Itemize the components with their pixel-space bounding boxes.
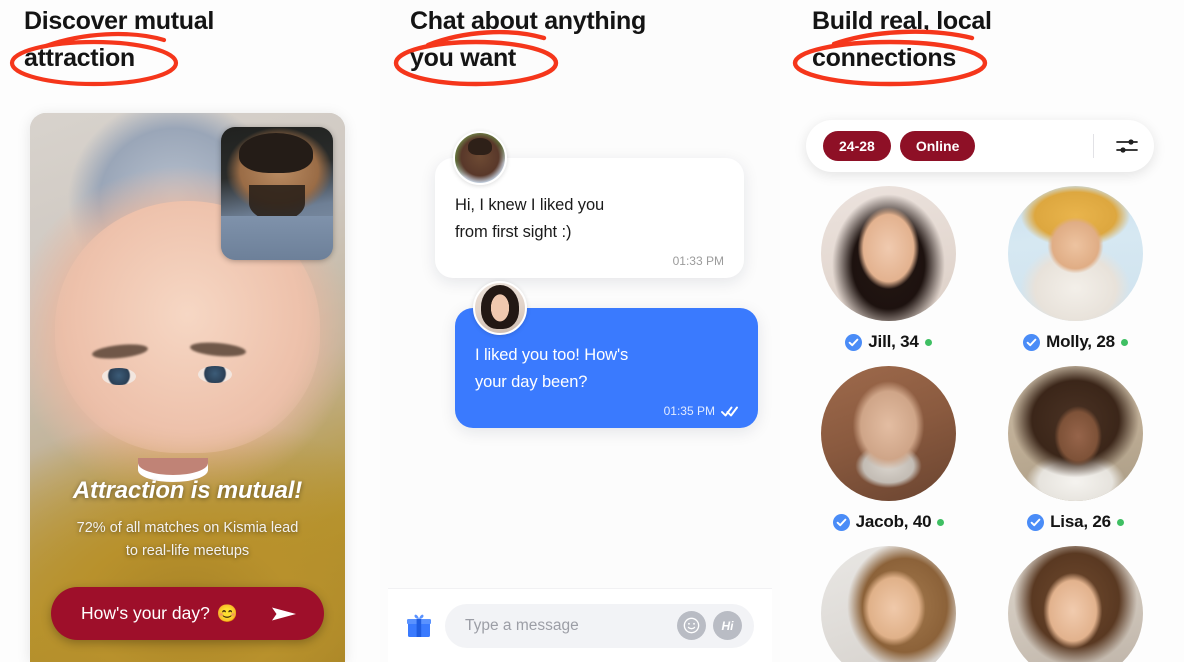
profile-name: Molly, 28: [1046, 332, 1115, 351]
avatar-photo: [821, 366, 956, 501]
gift-icon[interactable]: [406, 613, 432, 639]
face-eye-left: [102, 368, 136, 385]
avatar[interactable]: [1008, 366, 1143, 501]
avatar[interactable]: [821, 546, 956, 662]
message-text-line1: Hi, I knew I liked you: [455, 196, 605, 214]
video-call-pip[interactable]: [221, 127, 333, 260]
quick-message-button[interactable]: How's your day? 😊: [51, 587, 324, 640]
avatar-photo: [1008, 546, 1143, 662]
profile-name: Lisa, 26: [1050, 512, 1111, 531]
quick-message-label-wrap: How's your day? 😊: [81, 603, 238, 624]
headline-discover: Discover mutual attraction: [0, 0, 380, 87]
online-status-dot: [1120, 338, 1128, 346]
chat-message-list[interactable]: Hi, I knew I liked you from first sight …: [380, 120, 780, 662]
panel-discover: Discover mutual attraction Attraction is…: [0, 0, 380, 662]
online-status-dot: [924, 338, 932, 346]
sliders-icon[interactable]: [1116, 137, 1138, 155]
profile-grid: Jill, 34 Molly, 28 Jacob, 40 Lisa, 26: [806, 186, 1158, 662]
pip-shirt: [221, 216, 333, 260]
message-input-wrapper[interactable]: Type a message Hi: [445, 603, 754, 648]
chat-message-incoming: Hi, I knew I liked you from first sight …: [435, 131, 744, 278]
quick-reply-hi-label: Hi: [721, 618, 734, 633]
headline-line1: Chat about anything: [410, 7, 646, 35]
message-meta: 01:33 PM: [455, 254, 724, 268]
chat-input-bar: Type a message Hi: [388, 588, 772, 662]
chat-message-outgoing: I liked you too! How's your day been? 01…: [455, 281, 758, 428]
headline-line2: connections: [812, 44, 956, 72]
verified-badge-icon: [1023, 333, 1041, 351]
overlay-subtitle: 72% of all matches on Kismia lead to rea…: [48, 517, 327, 563]
message-input[interactable]: Type a message: [465, 617, 670, 635]
pip-hair: [239, 133, 313, 173]
profile-name-row: Jacob, 40: [806, 512, 971, 532]
message-text: Hi, I knew I liked you from first sight …: [455, 192, 724, 246]
profile-name-row: Jill, 34: [806, 332, 971, 352]
send-icon[interactable]: [270, 604, 298, 624]
avatar[interactable]: [821, 186, 956, 321]
panel-chat: Chat about anything you want Hi, I knew …: [380, 0, 780, 662]
avatar-photo: [1008, 186, 1143, 321]
headline-line2: attraction: [24, 44, 135, 72]
headline-line2: you want: [410, 44, 516, 72]
profile-card[interactable]: Jill, 34: [806, 186, 971, 352]
headline-line1: Build real, local: [812, 7, 992, 35]
message-text: I liked you too! How's your day been?: [475, 342, 738, 396]
face-eye-right: [198, 366, 232, 383]
smiling-face-emoji: 😊: [216, 603, 238, 623]
message-text-line2: from first sight :): [455, 223, 572, 241]
overlay-subtitle-line1: 72% of all matches on Kismia lead: [76, 520, 299, 536]
avatar[interactable]: [821, 366, 956, 501]
profile-card[interactable]: [806, 546, 971, 662]
panel-connections: Build real, local connections 24-28 Onli…: [780, 0, 1184, 662]
verified-badge-icon: [832, 513, 850, 531]
avatar[interactable]: [1008, 186, 1143, 321]
profile-name-row: Lisa, 26: [993, 512, 1158, 532]
profile-name: Jill, 34: [868, 332, 919, 351]
online-status-dot: [937, 518, 945, 526]
video-call-card[interactable]: Attraction is mutual! 72% of all matches…: [30, 113, 345, 662]
video-overlay: Attraction is mutual! 72% of all matches…: [30, 477, 345, 662]
online-status-dot: [1116, 518, 1124, 526]
promo-screenshot: Discover mutual attraction Attraction is…: [0, 0, 1184, 662]
profile-card[interactable]: Jacob, 40: [806, 366, 971, 532]
double-check-icon: [721, 406, 738, 416]
overlay-title: Attraction is mutual!: [72, 477, 303, 504]
avatar[interactable]: [1008, 546, 1143, 662]
headline-connections: Build real, local connections: [780, 0, 1184, 87]
message-text-line2: your day been?: [475, 373, 588, 391]
overlay-subtitle-line2: to real-life meetups: [125, 543, 250, 559]
filter-chip-age[interactable]: 24-28: [823, 131, 891, 161]
message-text-line1: I liked you too! How's: [475, 346, 629, 364]
avatar-photo: [821, 186, 956, 321]
message-bubble[interactable]: Hi, I knew I liked you from first sight …: [435, 131, 744, 278]
smiley-icon[interactable]: [677, 611, 706, 640]
quick-reply-hi-button[interactable]: Hi: [713, 611, 742, 640]
profile-card[interactable]: [993, 546, 1158, 662]
avatar-photo: [1008, 366, 1143, 501]
verified-badge-icon: [845, 333, 863, 351]
verified-badge-icon: [1027, 513, 1045, 531]
profile-card[interactable]: Lisa, 26: [993, 366, 1158, 532]
message-timestamp: 01:35 PM: [663, 404, 715, 418]
avatar[interactable]: [453, 131, 507, 185]
filter-divider: [1093, 134, 1094, 158]
message-bubble[interactable]: I liked you too! How's your day been? 01…: [455, 281, 758, 428]
filter-bar: 24-28 Online: [806, 120, 1154, 172]
profile-card[interactable]: Molly, 28: [993, 186, 1158, 352]
quick-message-label: How's your day?: [81, 603, 210, 623]
avatar[interactable]: [473, 281, 527, 335]
message-meta: 01:35 PM: [475, 404, 738, 418]
headline-line1: Discover mutual: [24, 7, 215, 35]
filter-chip-online[interactable]: Online: [899, 131, 976, 161]
headline-chat: Chat about anything you want: [380, 0, 780, 87]
profile-name-row: Molly, 28: [993, 332, 1158, 352]
avatar-photo: [821, 546, 956, 662]
message-timestamp: 01:33 PM: [672, 254, 724, 268]
profile-name: Jacob, 40: [855, 512, 932, 531]
